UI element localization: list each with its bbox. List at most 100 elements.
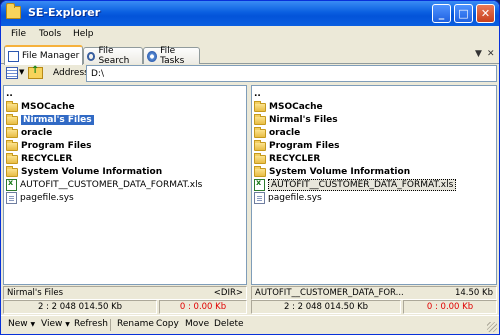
maximize-button[interactable]: □ [454, 4, 473, 23]
refresh-button[interactable]: Refresh [74, 319, 108, 329]
menu-file[interactable]: File [11, 29, 26, 39]
chevron-down-icon: ▼ [65, 321, 70, 328]
file-list-item[interactable]: .. [254, 87, 261, 100]
bottom-toolbar: New ▼ View ▼ Refresh Rename Copy Move De… [1, 315, 499, 334]
excel-file-icon [254, 178, 265, 191]
new-button[interactable]: New ▼ [8, 319, 35, 329]
file-list-item[interactable]: MSOCache [254, 100, 323, 113]
tab-label: File Tasks [160, 46, 185, 66]
left-status-row: Nirmal's Files <DIR> [3, 286, 247, 300]
folder-icon [6, 127, 18, 138]
file-list-item[interactable]: RECYCLER [254, 152, 320, 165]
title-bar[interactable]: SE-Explorer _ □ ✕ [1, 1, 499, 26]
file-list-item[interactable]: pagefile.sys [254, 191, 322, 204]
folder-icon [254, 101, 266, 112]
address-label: Address [53, 68, 89, 78]
file-name: System Volume Information [269, 166, 411, 177]
left-summary-total: 2 : 2 048 014.50 Kb [3, 300, 157, 314]
file-list-item[interactable]: AUTOFIT__CUSTOMER_DATA_FORMAT.xls [6, 178, 202, 191]
new-label: New [8, 319, 28, 329]
file-list-item[interactable]: Nirmal's Files [6, 113, 94, 126]
file-name: .. [254, 88, 261, 99]
folder-up-icon[interactable] [28, 65, 43, 79]
move-button[interactable]: Move [185, 319, 209, 329]
file-list-item[interactable]: System Volume Information [6, 165, 162, 178]
file-list-item[interactable]: .. [6, 87, 13, 100]
folder-app-icon [6, 3, 21, 19]
folder-icon [6, 101, 18, 112]
file-list-item[interactable]: Program Files [254, 139, 339, 152]
file-name: oracle [269, 127, 301, 138]
folder-icon [254, 153, 266, 164]
system-file-icon [254, 191, 265, 204]
file-list-item[interactable]: RECYCLER [6, 152, 72, 165]
folder-icon [254, 114, 266, 125]
file-list-item[interactable]: MSOCache [6, 100, 75, 113]
resize-grip-icon[interactable] [487, 322, 497, 332]
system-file-icon [6, 191, 17, 204]
excel-file-icon [6, 178, 17, 191]
view-mode-icon[interactable] [6, 67, 18, 79]
menu-bar: File Tools Help [1, 27, 499, 45]
tab-strip: File Manager File Search File Tasks ▼ ✕ [1, 45, 499, 66]
tab-file-manager[interactable]: File Manager [4, 45, 83, 65]
left-selection-total: 0 : 0.00 Kb [159, 300, 247, 314]
close-button[interactable]: ✕ [476, 4, 495, 23]
left-status-size: <DIR> [213, 288, 243, 298]
right-file-pane[interactable]: .. MSOCache Nirmal's Files oracle Program Fi… [251, 85, 497, 285]
address-input[interactable] [86, 65, 497, 82]
file-manager-icon [8, 50, 19, 62]
file-name: Program Files [269, 140, 340, 151]
menu-help[interactable]: Help [73, 29, 94, 39]
file-name: pagefile.sys [20, 192, 74, 203]
file-list-item[interactable]: AUTOFIT__CUSTOMER_DATA_FORMAT.xls [254, 178, 457, 191]
folder-icon [254, 127, 266, 138]
right-status-row: AUTOFIT__CUSTOMER_DATA_FOR... 14.50 Kb [251, 286, 497, 300]
address-bar: ▼ Address [1, 64, 499, 84]
tasks-icon [147, 50, 158, 62]
left-status-name: Nirmal's Files [3, 286, 247, 300]
folder-icon [254, 140, 266, 151]
tab-file-tasks[interactable]: File Tasks [143, 46, 200, 66]
file-name: AUTOFIT__CUSTOMER_DATA_FORMAT.xls [268, 178, 457, 191]
file-name: Nirmal's Files [21, 114, 94, 125]
copy-button[interactable]: Copy [156, 319, 179, 329]
tab-close-icon[interactable]: ✕ [487, 49, 495, 59]
left-file-pane[interactable]: .. MSOCache Nirmal's Files oracle Program Fi… [3, 85, 247, 285]
file-name: RECYCLER [269, 153, 321, 164]
tab-file-search[interactable]: File Search [83, 46, 143, 66]
file-list-item[interactable]: oracle [254, 126, 300, 139]
file-list-item[interactable]: pagefile.sys [6, 191, 74, 204]
tab-label: File Search [98, 46, 130, 66]
app-window: SE-Explorer _ □ ✕ File Tools Help File M… [0, 0, 500, 335]
file-list-item[interactable]: Program Files [6, 139, 91, 152]
search-icon [87, 51, 96, 61]
file-name: System Volume Information [21, 166, 163, 177]
file-name: MSOCache [21, 101, 75, 112]
file-name: oracle [21, 127, 53, 138]
delete-button[interactable]: Delete [214, 319, 244, 329]
file-list-item[interactable]: System Volume Information [254, 165, 410, 178]
folder-icon [6, 166, 18, 177]
folder-icon [6, 140, 18, 151]
file-name: Program Files [21, 140, 92, 151]
view-button[interactable]: View ▼ [41, 319, 70, 329]
chevron-down-icon: ▼ [30, 321, 36, 328]
file-list-item[interactable]: oracle [6, 126, 52, 139]
menu-tools[interactable]: Tools [39, 29, 61, 39]
file-name: pagefile.sys [268, 192, 322, 203]
tab-label: File Manager [22, 51, 80, 61]
folder-icon [6, 114, 18, 125]
chevron-down-icon[interactable]: ▼ [19, 68, 24, 76]
view-label: View [41, 319, 63, 329]
right-selection-total: 0 : 0.00 Kb [403, 300, 497, 314]
tab-list-dropdown-icon[interactable]: ▼ [475, 49, 482, 59]
file-name: Nirmal's Files [269, 114, 338, 125]
right-summary-row: 2 : 2 048 014.50 Kb 0 : 0.00 Kb [251, 300, 497, 314]
left-summary-row: 2 : 2 048 014.50 Kb 0 : 0.00 Kb [3, 300, 247, 314]
file-name: .. [6, 88, 13, 99]
minimize-button[interactable]: _ [432, 4, 451, 23]
file-list-item[interactable]: Nirmal's Files [254, 113, 338, 126]
rename-button[interactable]: Rename [117, 319, 154, 329]
toolbar-separator [110, 319, 111, 331]
